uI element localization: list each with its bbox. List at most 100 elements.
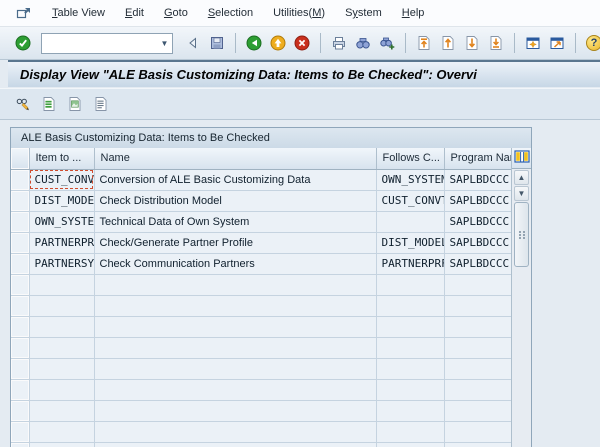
column-header-item-to[interactable]: Item to ... [29, 148, 94, 169]
create-shortcut-button[interactable] [546, 32, 568, 54]
table-panel: ALE Basis Customizing Data: Items to Be … [10, 127, 532, 447]
row-selector[interactable] [11, 169, 29, 190]
print-button[interactable] [328, 32, 350, 54]
column-header-name[interactable]: Name [94, 148, 376, 169]
display-change-icon [15, 96, 31, 112]
toolbar-separator [575, 33, 576, 53]
find-button[interactable] [352, 32, 374, 54]
first-page-button[interactable] [413, 32, 435, 54]
next-page-button[interactable] [461, 32, 483, 54]
cell-item[interactable]: PARTNERPRF [29, 232, 94, 253]
vertical-scrollbar[interactable]: ▲ ▼ [511, 148, 531, 447]
column-header-follows-c[interactable]: Follows C... [376, 148, 444, 169]
row-selector [11, 316, 29, 337]
empty-cell [29, 295, 94, 316]
find-next-icon [379, 35, 395, 51]
cell-program[interactable]: SAPLBDCCC [444, 232, 512, 253]
menu-item-selection[interactable]: Selection [198, 3, 263, 23]
empty-table-row [11, 442, 512, 447]
cell-follows[interactable]: OWN_SYSTEM [376, 169, 444, 190]
empty-cell [376, 379, 444, 400]
command-field-dropdown-icon[interactable]: ▼ [157, 34, 172, 53]
cell-name[interactable]: Check Communication Partners [94, 253, 376, 274]
cell-follows[interactable]: PARTNERPRF [376, 253, 444, 274]
empty-cell [94, 421, 376, 442]
first-page-icon [416, 35, 432, 51]
toolbar-separator [405, 33, 406, 53]
list-image-button[interactable] [64, 93, 86, 115]
column-header-program-name[interactable]: Program Name [444, 148, 512, 169]
cell-item[interactable]: DIST_MODEL [29, 190, 94, 211]
cell-name[interactable]: Check/Generate Partner Profile [94, 232, 376, 253]
menu-item-utilities-m[interactable]: Utilities(M) [263, 3, 335, 23]
empty-cell [94, 379, 376, 400]
row-selector [11, 400, 29, 421]
cell-program[interactable]: SAPLBDCCC [444, 253, 512, 274]
help-button[interactable]: ? [583, 32, 600, 54]
menu-item-table-view[interactable]: Table View [42, 3, 115, 23]
empty-table-row [11, 400, 512, 421]
row-selector [11, 337, 29, 358]
display-change-button[interactable] [12, 93, 34, 115]
scrollbar-thumb[interactable] [514, 202, 529, 267]
list-rows-button[interactable] [38, 93, 60, 115]
hide-command-field-button[interactable] [182, 32, 204, 54]
row-selector[interactable] [11, 190, 29, 211]
find-next-button[interactable] [376, 32, 398, 54]
select-all-header[interactable] [11, 148, 29, 169]
row-selector [11, 379, 29, 400]
cell-program[interactable]: SAPLBDCCC [444, 169, 512, 190]
cell-name[interactable]: Technical Data of Own System [94, 211, 376, 232]
save-button[interactable] [206, 32, 228, 54]
menu-item-system[interactable]: System [335, 3, 392, 23]
previous-page-button[interactable] [437, 32, 459, 54]
sap-gui-window: Table ViewEditGotoSelectionUtilities(M)S… [0, 0, 600, 447]
cell-follows[interactable]: DIST_MODEL [376, 232, 444, 253]
cell-item[interactable]: OWN_SYSTEM [29, 211, 94, 232]
list-text-button[interactable] [90, 93, 112, 115]
empty-table-row [11, 379, 512, 400]
row-selector[interactable] [11, 232, 29, 253]
cell-name[interactable]: Check Distribution Model [94, 190, 376, 211]
menu-item-edit[interactable]: Edit [115, 3, 154, 23]
back-icon [246, 35, 262, 51]
system-menu-icon[interactable] [16, 5, 34, 21]
cell-program[interactable]: SAPLBDCCC [444, 211, 512, 232]
cell-item[interactable]: CUST_CONVT [29, 169, 94, 190]
table-container: Item to ...NameFollows C...Program Name … [11, 148, 512, 447]
empty-cell [94, 400, 376, 421]
print-icon [331, 35, 347, 51]
cell-name[interactable]: Conversion of ALE Basic Customizing Data [94, 169, 376, 190]
enter-button[interactable] [12, 32, 34, 54]
exit-button[interactable] [267, 32, 289, 54]
menu-item-goto[interactable]: Goto [154, 3, 198, 23]
last-page-button[interactable] [485, 32, 507, 54]
new-session-button[interactable] [522, 32, 544, 54]
next-page-icon [464, 35, 480, 51]
list-image-icon [67, 96, 83, 112]
table-row: OWN_SYSTEMTechnical Data of Own System SA… [11, 211, 512, 232]
last-page-icon [488, 35, 504, 51]
back-button[interactable] [243, 32, 265, 54]
empty-cell [94, 358, 376, 379]
exit-icon [270, 35, 286, 51]
table-settings-icon[interactable] [514, 149, 530, 167]
empty-cell [444, 421, 512, 442]
scroll-up-icon[interactable]: ▲ [514, 170, 529, 185]
content-area: ALE Basis Customizing Data: Items to Be … [0, 120, 600, 447]
table-row: PARTNERSYSCheck Communication PartnersPA… [11, 253, 512, 274]
row-selector [11, 442, 29, 447]
menu-item-help[interactable]: Help [392, 3, 435, 23]
cell-follows[interactable] [376, 211, 444, 232]
command-field[interactable] [42, 36, 157, 51]
scroll-down-icon[interactable]: ▼ [514, 186, 529, 201]
cell-program[interactable]: SAPLBDCCC [444, 190, 512, 211]
row-selector[interactable] [11, 211, 29, 232]
list-rows-icon [41, 96, 57, 112]
cancel-button[interactable] [291, 32, 313, 54]
menu-bar: Table ViewEditGotoSelectionUtilities(M)S… [0, 0, 600, 27]
cell-follows[interactable]: CUST_CONVT [376, 190, 444, 211]
cell-item[interactable]: PARTNERSYS [29, 253, 94, 274]
empty-cell [444, 400, 512, 421]
row-selector[interactable] [11, 253, 29, 274]
